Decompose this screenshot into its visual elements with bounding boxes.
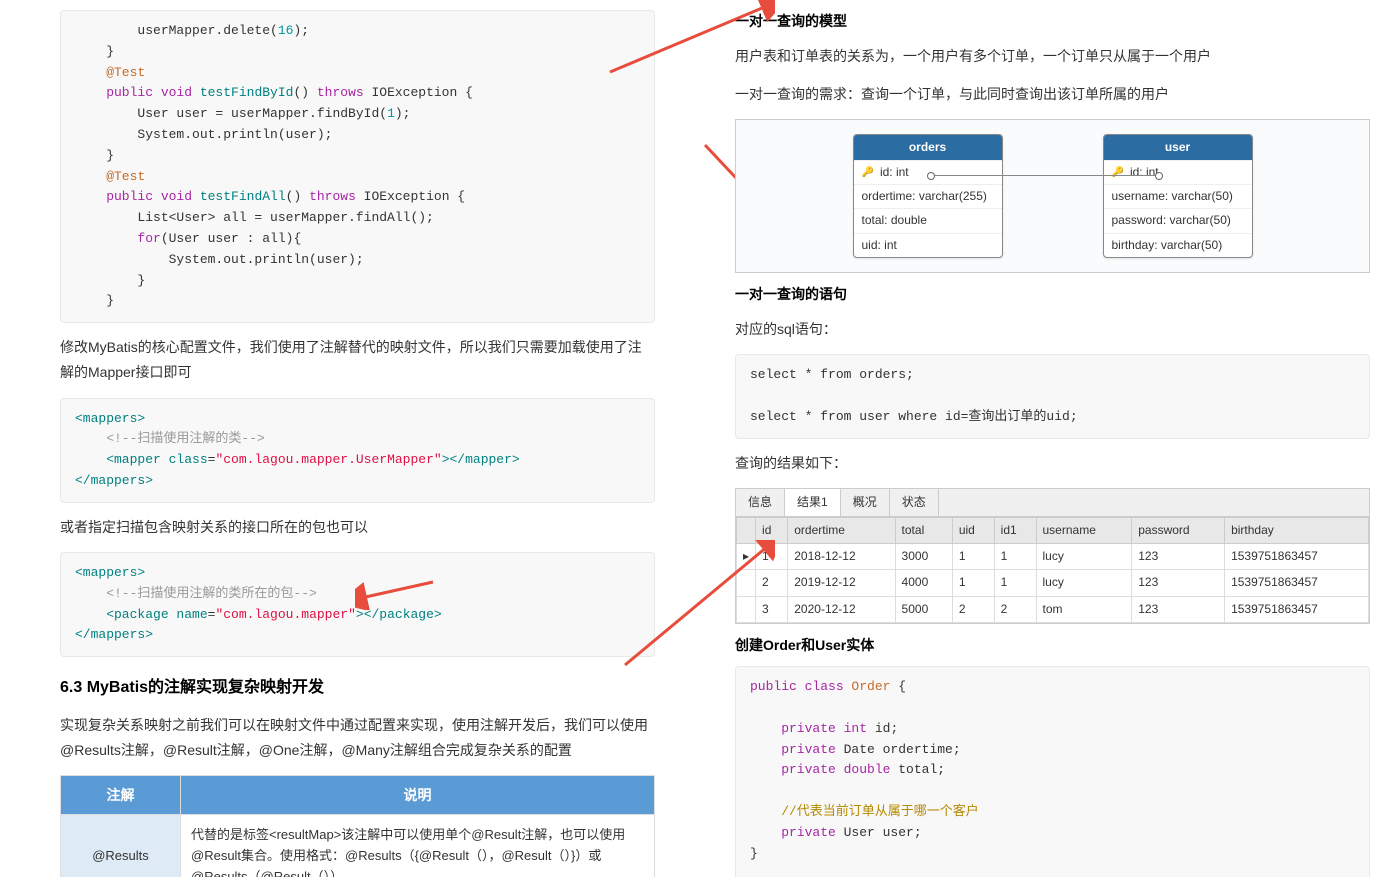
relation-line bbox=[931, 175, 1159, 177]
table-header: 注解 bbox=[61, 776, 181, 815]
paragraph: 修改MyBatis的核心配置文件，我们使用了注解替代的映射文件，所以我们只需要加… bbox=[60, 335, 655, 385]
paragraph: 或者指定扫描包含映射关系的接口所在的包也可以 bbox=[60, 515, 655, 540]
code-block-xml-mappers: <mappers> <!--扫描使用注解的类--> <mapper class=… bbox=[60, 398, 655, 503]
query-results-panel: 信息 结果1 概况 状态 id ordertime total uid id1 … bbox=[735, 488, 1370, 624]
code-block-sql: select * from orders; select * from user… bbox=[735, 354, 1370, 438]
results-tabs: 信息 结果1 概况 状态 bbox=[736, 489, 1369, 517]
tab-status[interactable]: 状态 bbox=[890, 489, 939, 516]
key-icon: 🔑 bbox=[1112, 165, 1124, 181]
paragraph: 查询的结果如下： bbox=[735, 451, 1370, 476]
subheading: 一对一查询的模型 bbox=[735, 10, 1370, 32]
paragraph: 对应的sql语句： bbox=[735, 317, 1370, 342]
annotation-name: @Results bbox=[61, 815, 181, 877]
tab-info[interactable]: 信息 bbox=[736, 489, 785, 516]
page-container: userMapper.delete(16); } @Test public vo… bbox=[0, 0, 1391, 877]
annotation-desc: 代替的是标签<resultMap>该注解中可以使用单个@Result注解，也可以… bbox=[181, 815, 655, 877]
key-icon: 🔑 bbox=[862, 165, 874, 181]
left-column: userMapper.delete(16); } @Test public vo… bbox=[0, 0, 695, 877]
right-column: 一对一查询的模型 用户表和订单表的关系为，一个用户有多个订单，一个订单只从属于一… bbox=[695, 0, 1390, 877]
results-row: 3 2020-12-12 5000 2 2 tom 123 1539751863… bbox=[737, 596, 1369, 622]
code-block-java-tests: userMapper.delete(16); } @Test public vo… bbox=[60, 10, 655, 323]
results-table: id ordertime total uid id1 username pass… bbox=[736, 517, 1369, 623]
code-block-java-entities: public class Order { private int id; pri… bbox=[735, 666, 1370, 877]
user-table-box: user 🔑id: int username: varchar(50) pass… bbox=[1103, 134, 1253, 258]
subheading: 创建Order和User实体 bbox=[735, 634, 1370, 656]
table-header: 说明 bbox=[181, 776, 655, 815]
paragraph: 一对一查询的需求：查询一个订单，与此同时查询出该订单所属的用户 bbox=[735, 82, 1370, 107]
paragraph: 实现复杂关系映射之前我们可以在映射文件中通过配置来实现，使用注解开发后，我们可以… bbox=[60, 713, 655, 763]
results-row: ▸ 1 2018-12-12 3000 1 1 lucy 123 1539751… bbox=[737, 544, 1369, 570]
paragraph: 用户表和订单表的关系为，一个用户有多个订单，一个订单只从属于一个用户 bbox=[735, 44, 1370, 69]
tab-summary[interactable]: 概况 bbox=[841, 489, 890, 516]
db-title: user bbox=[1104, 135, 1252, 160]
db-title: orders bbox=[854, 135, 1002, 160]
table-row: @Results 代替的是标签<resultMap>该注解中可以使用单个@Res… bbox=[61, 815, 655, 877]
annotations-table: 注解 说明 @Results 代替的是标签<resultMap>该注解中可以使用… bbox=[60, 775, 655, 877]
er-diagram: orders 🔑id: int ordertime: varchar(255) … bbox=[735, 119, 1370, 273]
tab-result1[interactable]: 结果1 bbox=[785, 489, 841, 516]
results-header: id ordertime total uid id1 username pass… bbox=[737, 518, 1369, 544]
code-block-xml-package: <mappers> <!--扫描使用注解的类所在的包--> <package n… bbox=[60, 552, 655, 657]
subheading: 一对一查询的语句 bbox=[735, 283, 1370, 305]
section-heading: 6.3 MyBatis的注解实现复杂映射开发 bbox=[60, 675, 655, 701]
table-header-row: 注解 说明 bbox=[61, 776, 655, 815]
results-row: 2 2019-12-12 4000 1 1 lucy 123 153975186… bbox=[737, 570, 1369, 596]
orders-table-box: orders 🔑id: int ordertime: varchar(255) … bbox=[853, 134, 1003, 258]
